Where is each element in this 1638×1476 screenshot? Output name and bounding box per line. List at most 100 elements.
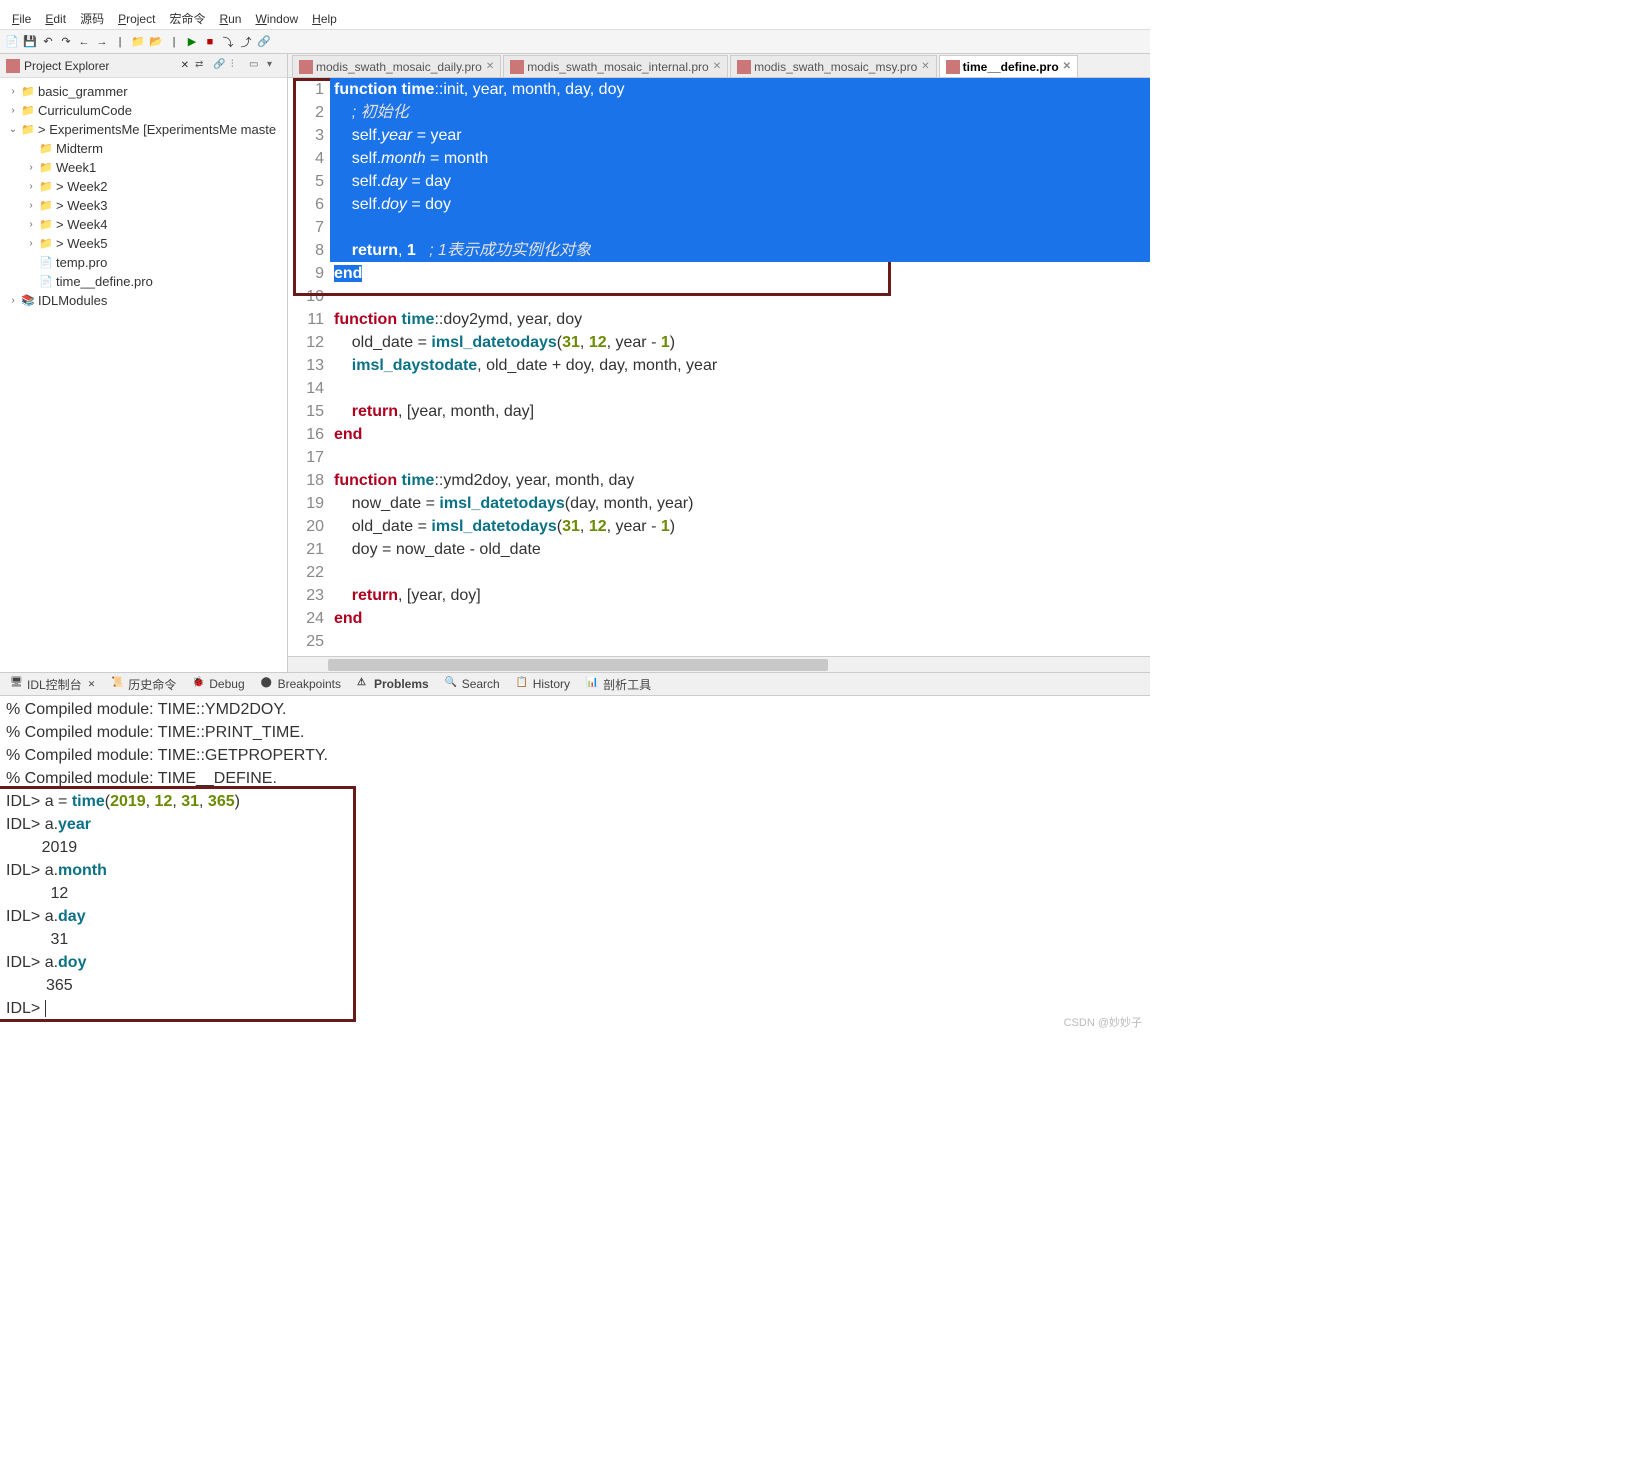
save-icon[interactable]: 💾 (22, 34, 38, 50)
code-line[interactable] (330, 216, 1150, 239)
tree-item[interactable]: ›📁CurriculumCode (2, 101, 285, 120)
link-icon[interactable]: 🔗 (213, 59, 227, 73)
console-line[interactable]: IDL> a.month (6, 859, 1144, 882)
undo-icon[interactable]: ↶ (40, 34, 56, 50)
step-icon[interactable]: ⤵ (220, 34, 236, 50)
tree-item[interactable]: ›📁basic_grammer (2, 82, 285, 101)
tree-item[interactable]: ›📁> Week3 (2, 196, 285, 215)
close-icon[interactable]: ✕ (486, 61, 494, 72)
editor-tab[interactable]: time__define.pro✕ (939, 55, 1078, 77)
menu-help[interactable]: Help (306, 10, 343, 28)
bottom-tab[interactable]: 🔍Search (439, 675, 506, 693)
editor-tab[interactable]: modis_swath_mosaic_daily.pro✕ (292, 55, 501, 77)
code-line[interactable] (330, 377, 1150, 400)
console-line[interactable]: IDL> a.year (6, 813, 1144, 836)
code-line[interactable]: function time::ymd2doy, year, month, day (330, 469, 1150, 492)
close-icon[interactable]: ✕ (1063, 61, 1071, 72)
menu-source[interactable]: 源码 (74, 8, 110, 29)
code-line[interactable]: return, [year, doy] (330, 584, 1150, 607)
bottom-tab[interactable]: ⚠Problems (351, 675, 435, 693)
expand-icon[interactable]: › (24, 181, 38, 192)
code-line[interactable]: end (330, 607, 1150, 630)
menu-icon[interactable]: ▾ (267, 59, 281, 73)
code-line[interactable] (330, 561, 1150, 584)
scrollbar-thumb[interactable] (328, 659, 828, 671)
min-icon[interactable]: ▭ (249, 59, 263, 73)
close-icon[interactable]: ✕ (921, 61, 929, 72)
code-line[interactable]: doy = now_date - old_date (330, 538, 1150, 561)
expand-icon[interactable]: ⌄ (6, 124, 20, 135)
code-line[interactable]: function time::init, year, month, day, d… (330, 78, 1150, 101)
filter-icon[interactable]: ⫶ (231, 59, 245, 73)
code-line[interactable]: return, [year, month, day] (330, 400, 1150, 423)
expand-icon[interactable]: › (24, 162, 38, 173)
expand-icon[interactable]: › (6, 295, 20, 306)
code-line[interactable]: old_date = imsl_datetodays(31, 12, year … (330, 515, 1150, 538)
tree-item[interactable]: ›📁> Week5 (2, 234, 285, 253)
horizontal-scrollbar[interactable] (288, 656, 1150, 672)
bottom-tab[interactable]: 🖥IDL控制台✕ (4, 674, 101, 695)
bottom-tab[interactable]: 📋History (510, 675, 576, 693)
open-icon[interactable]: 📂 (148, 34, 164, 50)
tree-item[interactable]: ⌄📁> ExperimentsMe [ExperimentsMe maste (2, 120, 285, 139)
step-icon[interactable]: ⤴ (238, 34, 254, 50)
editor-tab[interactable]: modis_swath_mosaic_msy.pro✕ (730, 55, 937, 77)
expand-icon[interactable]: › (24, 238, 38, 249)
bottom-tab[interactable]: 📜历史命令 (105, 674, 182, 695)
fwd-icon[interactable]: → (94, 34, 110, 50)
stop-icon[interactable]: ■ (202, 34, 218, 50)
tree-item[interactable]: ›📁> Week2 (2, 177, 285, 196)
menu-run[interactable]: Run (213, 10, 247, 28)
link-icon[interactable]: 🔗 (256, 34, 272, 50)
code-line[interactable]: ; 初始化 (330, 101, 1150, 124)
console-line[interactable]: IDL> (6, 997, 1144, 1020)
tree-item[interactable]: 📄temp.pro (2, 253, 285, 272)
code-line[interactable]: end (330, 262, 1150, 285)
close-icon[interactable]: ✕ (713, 61, 721, 72)
run-icon[interactable]: ▶ (184, 34, 200, 50)
console-panel[interactable]: % Compiled module: TIME::YMD2DOY. % Comp… (0, 696, 1150, 1022)
menu-file[interactable]: File (6, 10, 37, 28)
code-line[interactable]: function time::doy2ymd, year, doy (330, 308, 1150, 331)
menu-edit[interactable]: Edit (39, 10, 72, 28)
code-line[interactable]: return, 1 ; 1表示成功实例化对象 (330, 239, 1150, 262)
code-line[interactable]: end (330, 423, 1150, 446)
tree-item[interactable]: ›📁> Week4 (2, 215, 285, 234)
expand-icon[interactable]: › (24, 200, 38, 211)
bottom-tab[interactable]: ⬤Breakpoints (255, 675, 347, 693)
bottom-tab[interactable]: 🐞Debug (186, 675, 250, 693)
menu-project[interactable]: Project (112, 10, 161, 28)
code-line[interactable]: now_date = imsl_datetodays(day, month, y… (330, 492, 1150, 515)
code-line[interactable]: old_date = imsl_datetodays(31, 12, year … (330, 331, 1150, 354)
code-line[interactable]: self.day = day (330, 170, 1150, 193)
redo-icon[interactable]: ↷ (58, 34, 74, 50)
menu-window[interactable]: Window (249, 10, 304, 28)
tree-item[interactable]: 📄time__define.pro (2, 272, 285, 291)
code-line[interactable]: self.year = year (330, 124, 1150, 147)
menu-macro[interactable]: 宏命令 (163, 8, 211, 29)
back-icon[interactable]: ← (76, 34, 92, 50)
collapse-icon[interactable]: ⇄ (195, 59, 209, 73)
expand-icon[interactable]: › (6, 86, 20, 97)
tree-item[interactable]: ›📚IDLModules (2, 291, 285, 310)
bottom-tab[interactable]: 📊剖析工具 (580, 674, 657, 695)
tree-item[interactable]: 📁Midterm (2, 139, 285, 158)
view-close-icon[interactable]: ✕ (181, 60, 189, 71)
close-icon[interactable]: ✕ (88, 679, 96, 690)
expand-icon[interactable]: › (6, 105, 20, 116)
code-editor[interactable]: 1234567891011121314151617181920212223242… (288, 78, 1150, 656)
tree-item[interactable]: ›📁Week1 (2, 158, 285, 177)
code-line[interactable] (330, 630, 1150, 653)
editor-tab[interactable]: modis_swath_mosaic_internal.pro✕ (503, 55, 728, 77)
code-line[interactable] (330, 285, 1150, 308)
code-line[interactable]: self.month = month (330, 147, 1150, 170)
console-line[interactable]: IDL> a.day (6, 905, 1144, 928)
new-icon[interactable]: 📄 (4, 34, 20, 50)
code-line[interactable]: self.doy = doy (330, 193, 1150, 216)
code-line[interactable] (330, 446, 1150, 469)
console-line[interactable]: IDL> a.doy (6, 951, 1144, 974)
console-line[interactable]: IDL> a = time(2019, 12, 31, 365) (6, 790, 1144, 813)
expand-icon[interactable]: › (24, 219, 38, 230)
folder-icon[interactable]: 📁 (130, 34, 146, 50)
code-line[interactable]: imsl_daystodate, old_date + doy, day, mo… (330, 354, 1150, 377)
